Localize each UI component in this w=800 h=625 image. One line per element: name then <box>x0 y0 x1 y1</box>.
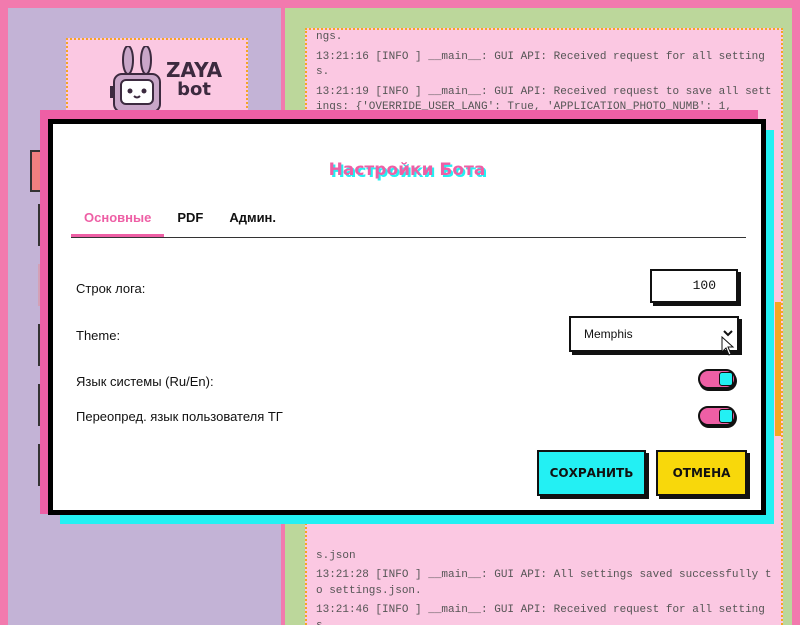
log-line: 13:21:16 [INFO ] __main__: GUI API: Rece… <box>316 50 765 79</box>
theme-select[interactable]: Memphis <box>569 316 739 352</box>
toggle-knob <box>719 372 733 386</box>
logo-text: ZAYA bot <box>166 60 222 100</box>
log-line: ngs. <box>316 31 343 43</box>
log-lines-label: Строк лога: <box>76 281 146 296</box>
log-line: 13:21:28 [INFO ] __main__: GUI API: All … <box>316 569 772 597</box>
override-lang-label: Переопред. язык пользователя ТГ <box>76 409 283 424</box>
settings-modal: Настройки Бота Основные PDF Админ. Строк… <box>48 119 766 515</box>
settings-tabs: Основные PDF Админ. <box>71 198 746 238</box>
tab-admin[interactable]: Админ. <box>216 198 289 237</box>
log-line: 13:21:46 [INFO ] __main__: GUI API: Rece… <box>316 604 765 625</box>
tab-pdf[interactable]: PDF <box>164 198 216 237</box>
mouse-pointer-icon <box>721 336 735 356</box>
tab-general[interactable]: Основные <box>71 198 165 237</box>
override-lang-toggle[interactable] <box>698 406 736 426</box>
theme-select-value: Memphis <box>584 327 633 341</box>
logo-line-1: ZAYA <box>166 58 223 82</box>
cancel-button[interactable]: ОТМЕНА <box>656 450 747 496</box>
bunny-tv-icon <box>110 46 161 113</box>
save-button[interactable]: СОХРАНИТЬ <box>537 450 646 496</box>
scrollbar-thumb[interactable] <box>775 302 781 436</box>
toggle-knob <box>719 409 733 423</box>
system-lang-label: Язык системы (Ru/En): <box>76 374 214 389</box>
log-lines-input[interactable]: 100 <box>650 269 738 303</box>
modal-title: Настройки Бота <box>328 160 486 180</box>
system-lang-toggle[interactable] <box>698 369 736 389</box>
theme-label: Theme: <box>76 328 121 343</box>
log-line: s.json <box>316 549 356 562</box>
logo-line-2: bot <box>177 79 211 100</box>
